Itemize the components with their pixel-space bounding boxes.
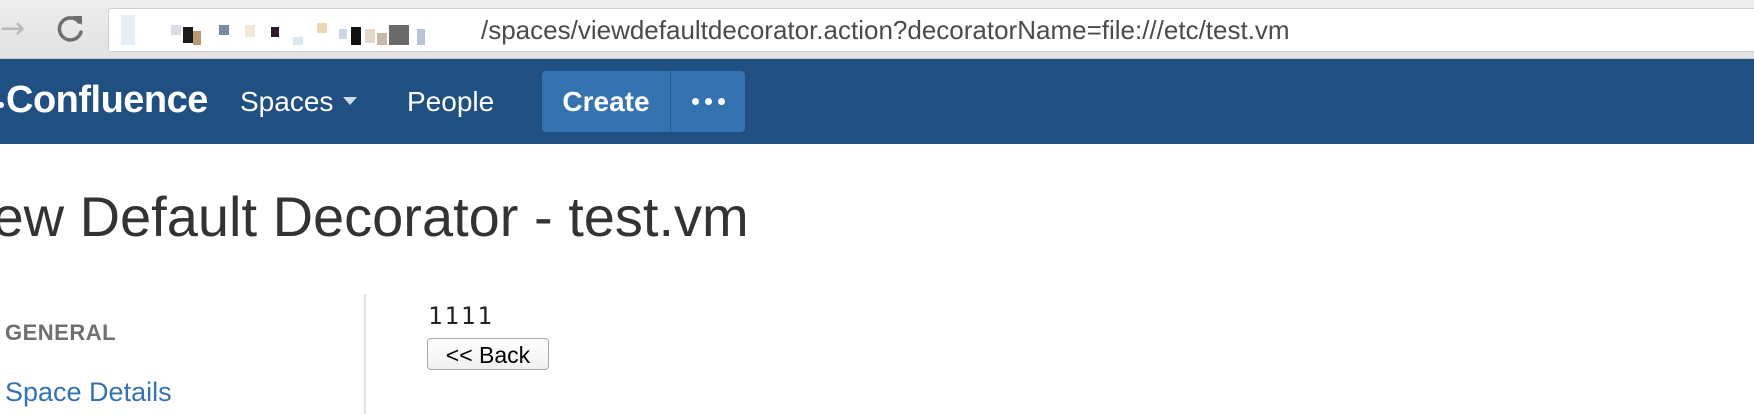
ellipsis-dot bbox=[717, 98, 725, 105]
more-options-button[interactable] bbox=[671, 71, 745, 132]
url-text[interactable]: /spaces/viewdefaultdecorator.action?deco… bbox=[481, 9, 1290, 51]
address-bar[interactable]: /spaces/viewdefaultdecorator.action?deco… bbox=[108, 8, 1754, 52]
browser-toolbar: → /spaces/viewdefaultdecorator.action?de… bbox=[0, 0, 1754, 59]
create-button[interactable]: Create bbox=[542, 71, 671, 132]
decorator-file-content: 1111 bbox=[428, 302, 494, 330]
chevron-down-icon bbox=[343, 97, 358, 105]
redacted-host bbox=[121, 15, 481, 45]
sidebar-item-space-details[interactable]: Space Details bbox=[5, 374, 172, 410]
nav-spaces-dropdown[interactable]: Spaces bbox=[240, 59, 358, 144]
logo-mark-icon bbox=[0, 102, 4, 108]
forward-arrow-icon[interactable]: → bbox=[0, 14, 30, 44]
page-root: → /spaces/viewdefaultdecorator.action?de… bbox=[0, 0, 1754, 414]
sidebar-heading-general: GENERAL bbox=[5, 320, 117, 345]
create-button-group: Create bbox=[542, 71, 745, 132]
back-button[interactable]: << Back bbox=[427, 338, 549, 370]
reload-icon[interactable] bbox=[54, 12, 88, 46]
nav-spaces-label: Spaces bbox=[240, 86, 334, 117]
confluence-logo[interactable]: Confluence bbox=[0, 75, 208, 125]
app-header: Confluence Spaces People Create bbox=[0, 59, 1754, 144]
ellipsis-icon bbox=[691, 98, 699, 105]
page-title: iew Default Decorator - test.vm bbox=[0, 185, 749, 248]
logo-text: Confluence bbox=[6, 79, 208, 121]
ellipsis-dot bbox=[704, 98, 712, 105]
sidebar-divider bbox=[364, 294, 366, 414]
nav-people-link[interactable]: People bbox=[407, 59, 494, 144]
